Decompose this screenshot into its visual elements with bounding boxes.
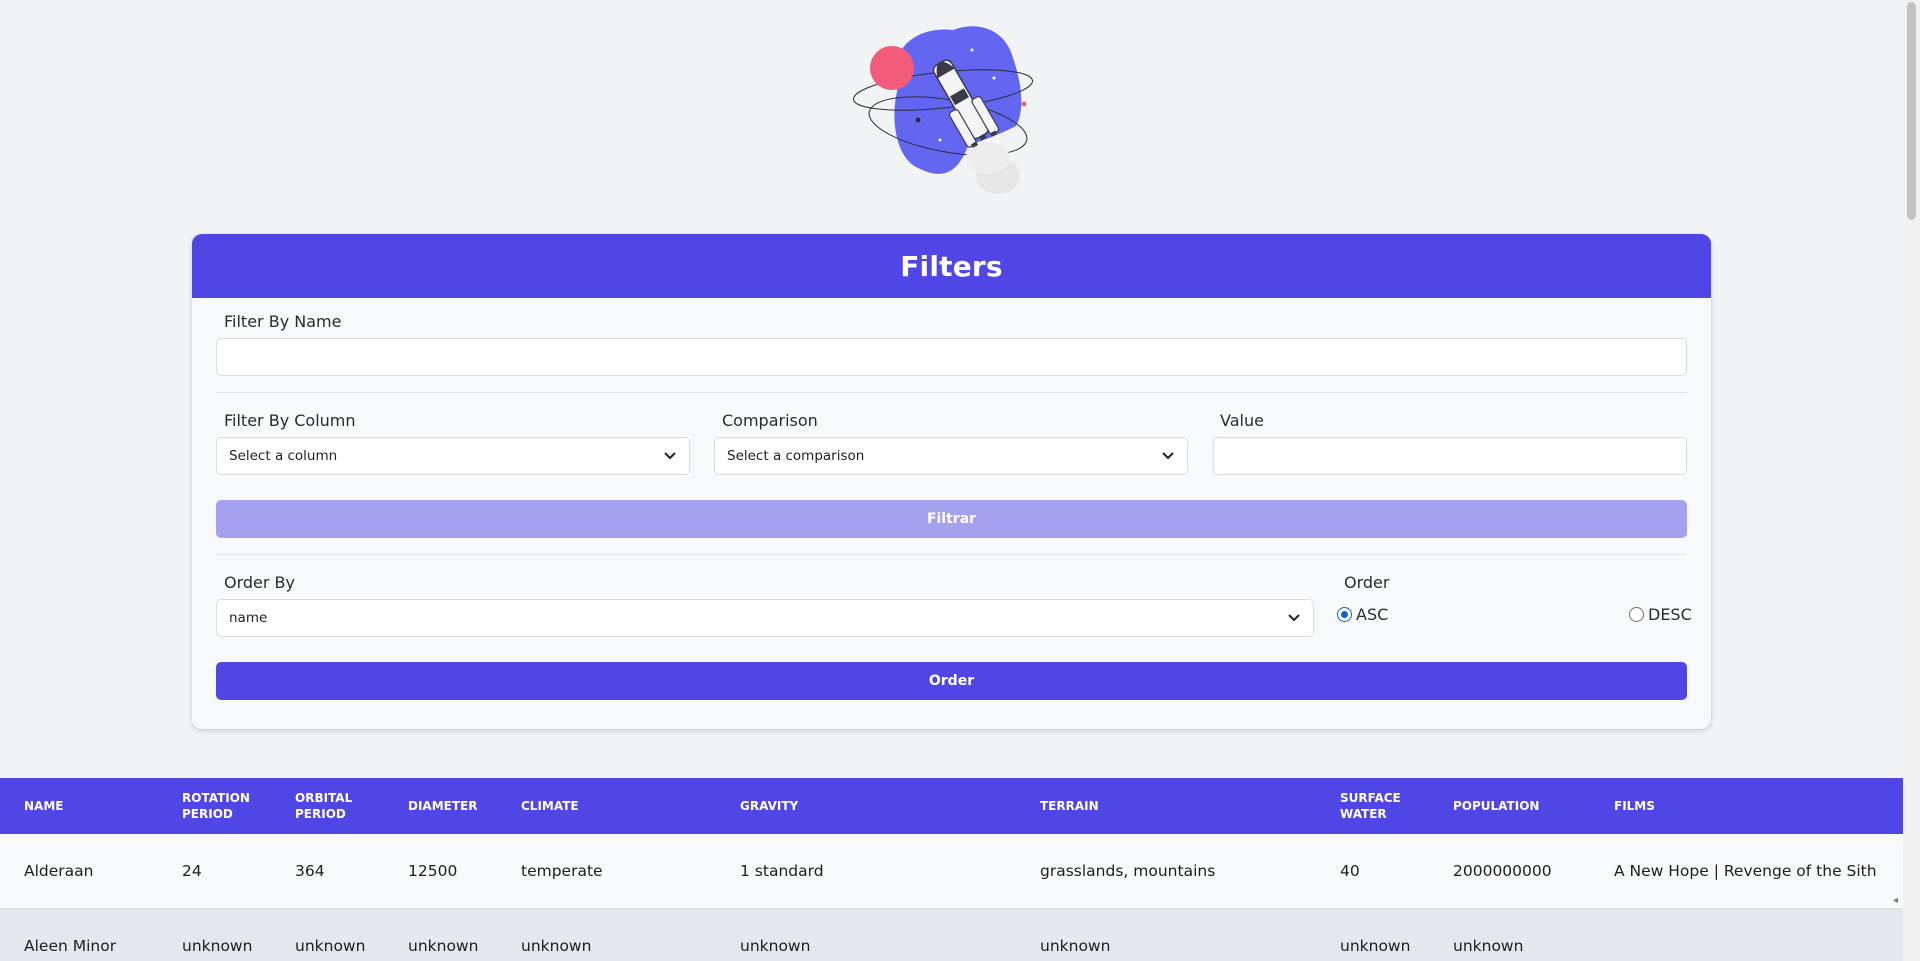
scrollbar-thumb[interactable] <box>1907 2 1916 220</box>
radio-checked-icon[interactable] <box>1337 607 1352 622</box>
cell-gravity: unknown <box>740 937 811 955</box>
cell-climate: temperate <box>521 862 603 880</box>
cell-rotation-period: 24 <box>182 862 202 880</box>
header-gravity: Gravity <box>740 799 799 813</box>
comparison-label: Comparison <box>722 411 818 430</box>
order-by-label: Order By <box>224 573 295 592</box>
header-climate: Climate <box>521 799 579 813</box>
divider <box>216 554 1687 555</box>
header-population: Population <box>1453 799 1540 813</box>
order-by-select[interactable]: name <box>216 599 1314 637</box>
planets-table: Name Rotation Period Orbital Period Diam… <box>0 778 1903 961</box>
cell-climate: unknown <box>521 937 592 955</box>
cell-films: A New Hope | Revenge of the Sith <box>1614 862 1877 880</box>
filter-button[interactable]: Filtrar <box>216 500 1687 538</box>
radio-unchecked-icon[interactable] <box>1629 607 1644 622</box>
order-desc-label: DESC <box>1648 605 1692 624</box>
comparison-value: Select a comparison <box>727 448 865 464</box>
comparison-select[interactable]: Select a comparison <box>714 437 1188 475</box>
cell-terrain: unknown <box>1040 937 1111 955</box>
order-desc-radio[interactable]: DESC <box>1629 605 1692 624</box>
filter-column-value: Select a column <box>229 448 338 464</box>
cell-diameter: unknown <box>408 937 479 955</box>
header-name: Name <box>24 799 64 813</box>
table-row: Aleen Minor unknown unknown unknown unkn… <box>0 909 1903 961</box>
order-button[interactable]: Order <box>216 662 1687 700</box>
page: Filters Filter By Name Filter By Column … <box>0 0 1903 961</box>
vertical-scrollbar[interactable] <box>1903 0 1920 961</box>
chevron-down-icon <box>663 449 677 463</box>
cell-surface-water: unknown <box>1340 937 1411 955</box>
scroll-left-arrow-icon[interactable]: ◂ <box>1893 895 1903 907</box>
filter-column-label: Filter By Column <box>224 411 356 430</box>
divider <box>216 392 1687 393</box>
cell-diameter: 12500 <box>408 862 458 880</box>
cell-gravity: 1 standard <box>740 862 824 880</box>
value-label: Value <box>1220 411 1264 430</box>
cell-population: unknown <box>1453 937 1524 955</box>
cell-name: Aleen Minor <box>24 937 117 955</box>
filter-name-label: Filter By Name <box>224 312 342 331</box>
header-orbital-period: Orbital Period <box>295 791 353 821</box>
order-asc-radio[interactable]: ASC <box>1337 605 1388 624</box>
cell-orbital-period: unknown <box>295 937 366 955</box>
table-header: Name Rotation Period Orbital Period Diam… <box>0 778 1903 834</box>
chevron-down-icon <box>1161 449 1175 463</box>
header-diameter: Diameter <box>408 799 478 813</box>
table-row: Alderaan 24 364 12500 temperate 1 standa… <box>0 834 1903 909</box>
value-input[interactable] <box>1213 437 1687 475</box>
rocket-illustration <box>852 26 1034 194</box>
cell-population: 2000000000 <box>1453 862 1552 880</box>
filters-title: Filters <box>900 249 1003 283</box>
order-label: Order <box>1344 573 1390 592</box>
header-terrain: Terrain <box>1040 799 1099 813</box>
filter-column-select[interactable]: Select a column <box>216 437 690 475</box>
filters-card: Filters Filter By Name Filter By Column … <box>192 234 1711 729</box>
filters-header: Filters <box>192 234 1711 298</box>
cell-name: Alderaan <box>24 862 94 880</box>
cell-surface-water: 40 <box>1340 862 1360 880</box>
cell-rotation-period: unknown <box>182 937 253 955</box>
chevron-down-icon <box>1287 611 1301 625</box>
filter-name-input[interactable] <box>216 338 1687 376</box>
header-rotation-period: Rotation Period <box>182 791 250 821</box>
order-asc-label: ASC <box>1356 605 1389 624</box>
cell-terrain: grasslands, mountains <box>1040 862 1216 880</box>
header-films: Films <box>1614 799 1655 813</box>
cell-orbital-period: 364 <box>295 862 325 880</box>
header-surface-water: Surface Water <box>1340 791 1401 821</box>
order-by-value: name <box>229 610 268 626</box>
